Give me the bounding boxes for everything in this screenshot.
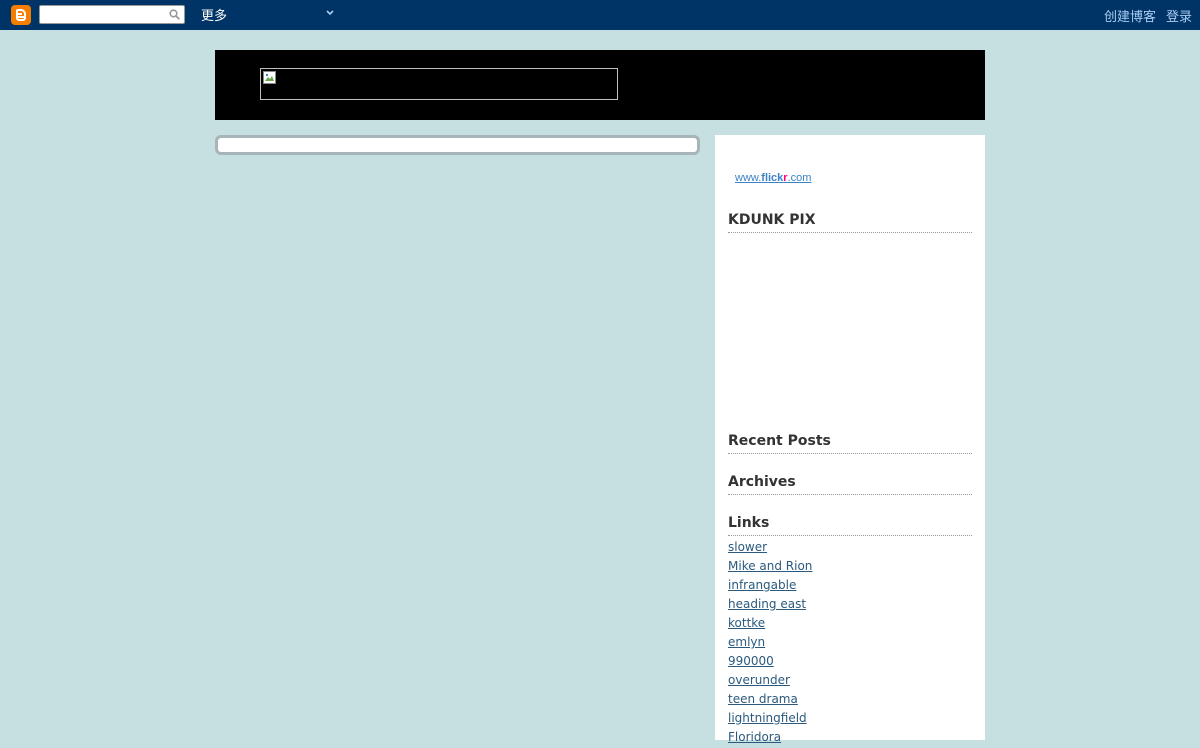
list-item: emlyn [728,634,812,653]
link-heading-east[interactable]: heading east [728,597,806,611]
link-slower[interactable]: slower [728,540,767,554]
link-lightningfield[interactable]: lightningfield [728,711,807,725]
login-link[interactable]: 登录 [1166,6,1192,25]
blog-header [215,50,985,120]
link-infrangable[interactable]: infrangable [728,578,796,592]
search-box [39,5,185,24]
archives-heading: Archives [728,474,972,495]
list-item: Mike and Rion [728,558,812,577]
link-overunder[interactable]: overunder [728,673,790,687]
create-blog-link[interactable]: 创建博客 [1104,6,1156,25]
list-item: infrangable [728,577,812,596]
main-content-box [215,135,700,155]
link-teen-drama[interactable]: teen drama [728,692,798,706]
link-floridora[interactable]: Floridora [728,730,781,744]
blogger-logo-icon[interactable] [11,5,31,25]
link-mike-and-rion[interactable]: Mike and Rion [728,559,812,573]
kdunk-pix-heading: KDUNK PIX [728,212,972,233]
list-item: overunder [728,672,812,691]
header-image[interactable] [260,68,618,100]
list-item: lightningfield [728,710,812,729]
list-item: slower [728,539,812,558]
list-item: 990000 [728,653,812,672]
links-heading: Links [728,515,972,536]
sidebar: www.flickr.com KDUNK PIX Recent Posts Ar… [715,135,985,744]
recent-posts-heading: Recent Posts [728,433,972,454]
chevron-down-icon[interactable] [325,8,335,18]
search-icon[interactable] [169,9,180,20]
links-list: slower Mike and Rion infrangable heading… [728,539,812,748]
more-menu[interactable]: 更多 [201,5,227,24]
list-item: kottke [728,615,812,634]
navbar: 更多 创建博客 登录 [0,0,1200,30]
link-emlyn[interactable]: emlyn [728,635,765,649]
list-item: Floridora [728,729,812,748]
flickr-link[interactable]: www.flickr.com [735,172,811,184]
link-990000[interactable]: 990000 [728,654,774,668]
link-kottke[interactable]: kottke [728,616,765,630]
list-item: heading east [728,596,812,615]
search-input[interactable] [42,7,162,22]
list-item: teen drama [728,691,812,710]
broken-image-icon [263,71,276,84]
